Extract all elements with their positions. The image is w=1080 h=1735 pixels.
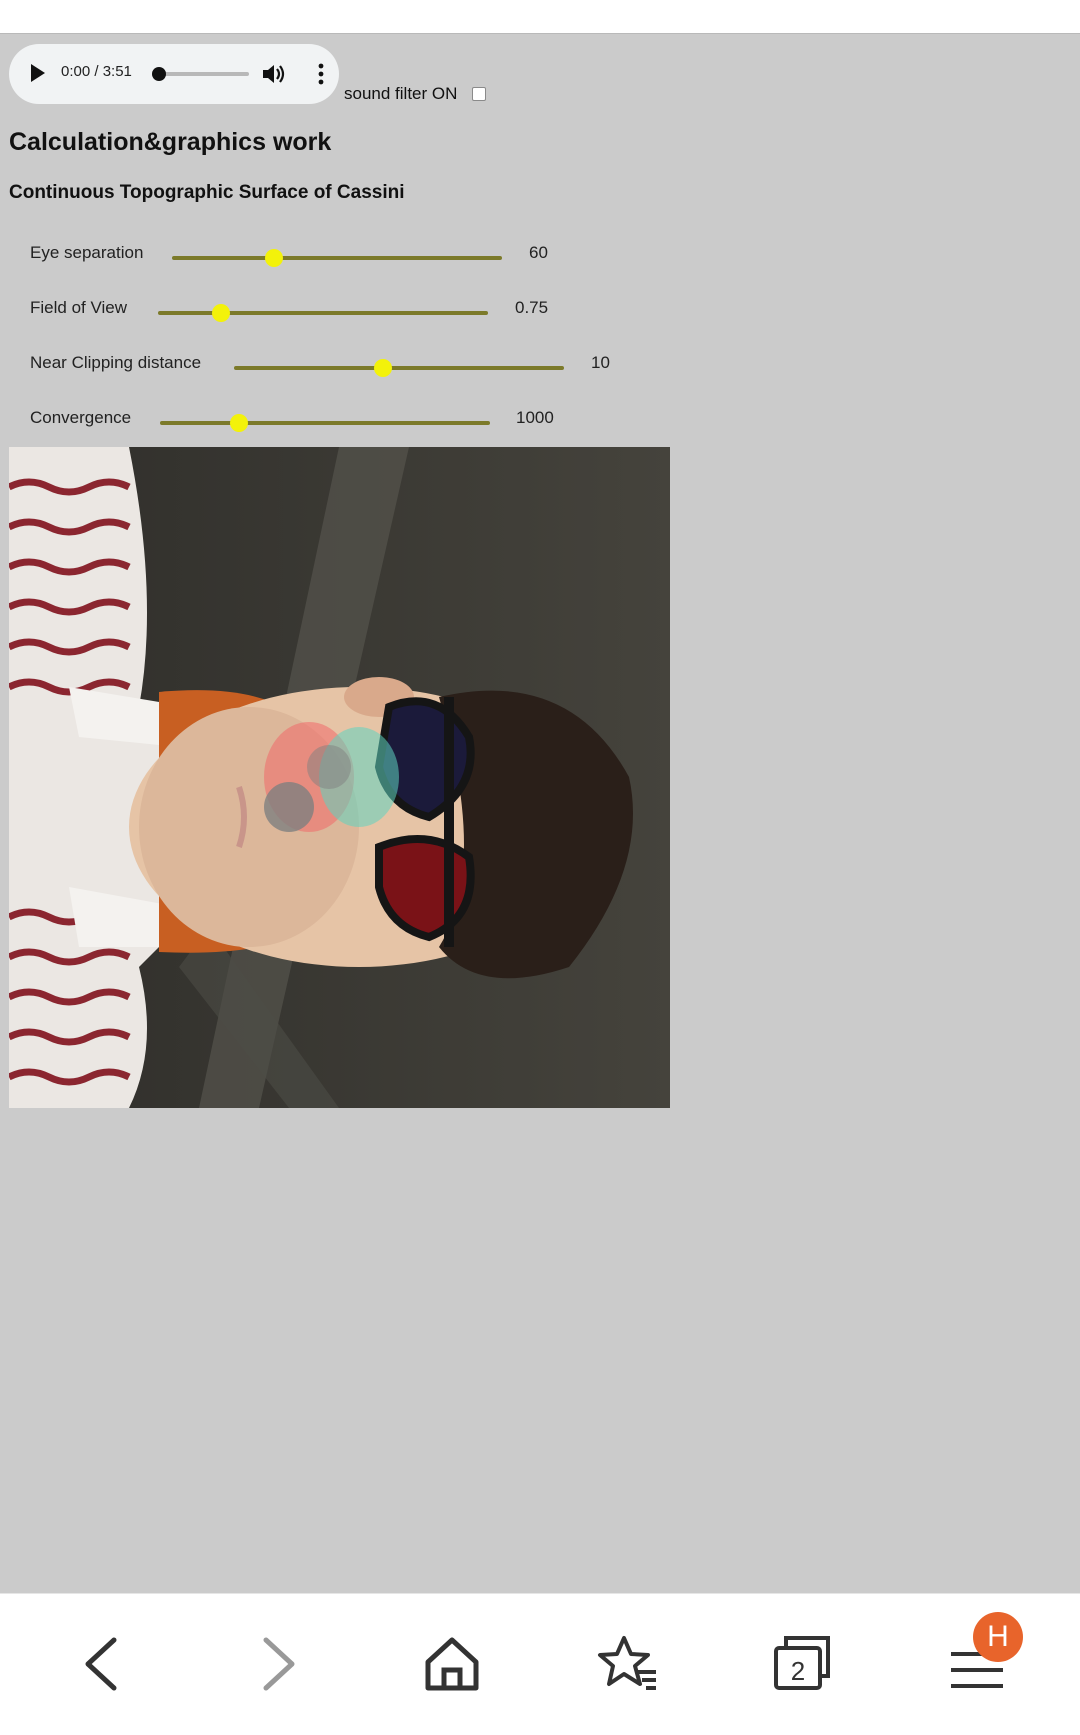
audio-time: 0:00 / 3:51 (61, 63, 132, 80)
field-of-view-value: 0.75 (515, 298, 549, 317)
near-clipping-slider[interactable] (234, 366, 564, 370)
audio-seek-thumb[interactable] (152, 67, 166, 81)
convergence-label: Convergence (30, 408, 132, 427)
bookmarks-button[interactable] (588, 1624, 668, 1704)
camera-canvas (9, 447, 670, 1108)
page-title: Calculation&graphics work (9, 128, 332, 156)
back-icon[interactable] (62, 1624, 142, 1704)
forward-icon[interactable] (238, 1624, 318, 1704)
page-content: 0:00 / 3:51 sound filter ON Calculation&… (0, 33, 1080, 1594)
audio-player[interactable]: 0:00 / 3:51 (9, 44, 339, 104)
camera-frame-image (9, 447, 670, 1108)
field-of-view-label: Field of View (30, 298, 128, 317)
page-subtitle: Continuous Topographic Surface of Cassin… (9, 182, 405, 203)
profile-avatar-badge[interactable]: H (973, 1612, 1023, 1662)
eye-separation-slider[interactable] (172, 256, 502, 260)
near-clipping-slider-thumb[interactable] (373, 359, 392, 377)
forward-button[interactable] (238, 1624, 318, 1704)
convergence-slider[interactable] (160, 421, 490, 425)
back-button[interactable] (62, 1624, 142, 1704)
near-clipping-value: 10 (591, 353, 610, 372)
eye-separation-slider-thumb[interactable] (265, 249, 284, 267)
home-button[interactable] (412, 1624, 492, 1704)
tabs-count: 2 (791, 1656, 805, 1686)
tabs-icon[interactable]: 2 (762, 1624, 842, 1704)
near-clipping-label: Near Clipping distance (30, 353, 202, 372)
audio-seek-track[interactable] (161, 72, 249, 76)
sound-filter-checkbox[interactable] (472, 87, 486, 101)
field-of-view-slider[interactable] (158, 311, 488, 315)
status-bar (0, 0, 1080, 33)
more-options-icon[interactable] (309, 62, 333, 86)
field-of-view-slider-thumb[interactable] (211, 304, 230, 322)
volume-icon[interactable] (261, 62, 287, 86)
convergence-value: 1000 (516, 408, 554, 427)
eye-separation-label: Eye separation (30, 243, 144, 262)
bottom-navigation-bar: 2 H (0, 1593, 1080, 1735)
sound-filter-label: sound filter ON (344, 84, 458, 103)
convergence-slider-thumb[interactable] (230, 414, 249, 432)
bookmarks-icon[interactable] (588, 1624, 668, 1704)
eye-separation-value: 60 (529, 243, 548, 262)
play-icon[interactable] (31, 64, 45, 82)
tabs-button[interactable]: 2 (762, 1624, 842, 1704)
home-icon[interactable] (412, 1624, 492, 1704)
